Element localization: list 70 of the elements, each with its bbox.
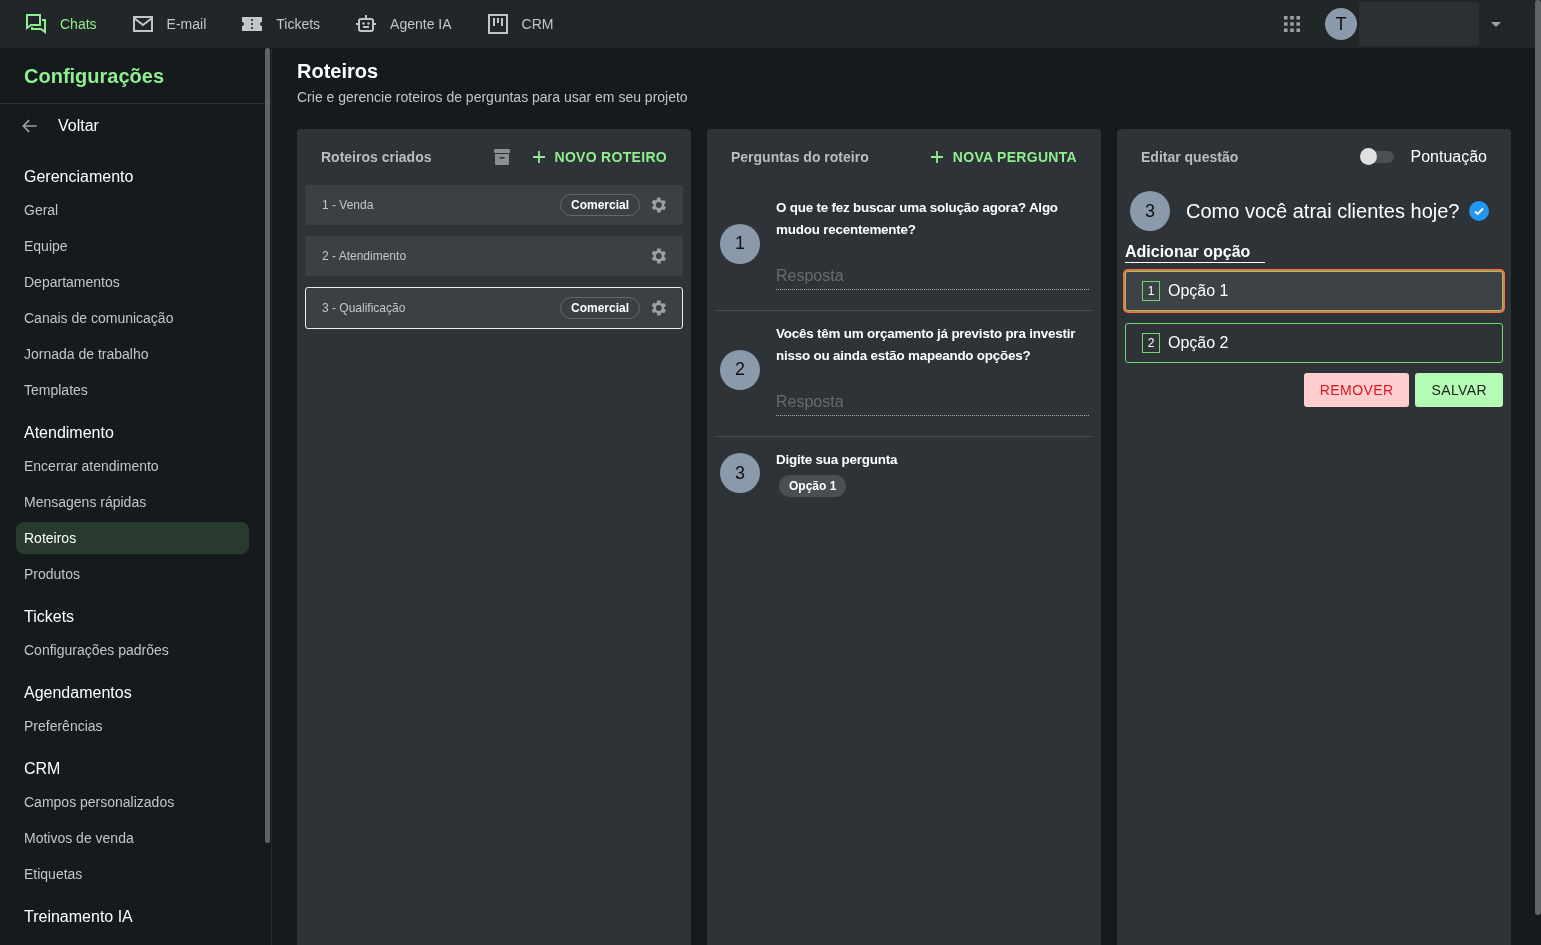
sidebar-item[interactable]: Etiquetas — [16, 856, 249, 892]
answer-field[interactable]: Resposta — [776, 263, 1089, 290]
section-heading: Treinamento IA — [23, 907, 134, 927]
archive-icon[interactable] — [492, 148, 511, 166]
section-heading: Agendamentos — [23, 683, 133, 703]
sidebar-item[interactable]: Motivos de venda — [16, 820, 249, 856]
script-name: 1 - Venda — [322, 198, 375, 212]
script-card[interactable]: 1 - Venda Comercial — [305, 185, 683, 225]
answer-field[interactable]: Resposta — [776, 389, 1089, 416]
section-heading: CRM — [23, 759, 62, 779]
nav-tab[interactable]: Tickets — [240, 12, 321, 36]
sidebar-item[interactable]: Mensagens rápidas — [16, 484, 249, 520]
plus-icon — [532, 151, 545, 163]
sidebar-item[interactable]: Campos personalizados — [16, 784, 249, 820]
back-link[interactable]: Voltar — [0, 104, 271, 152]
script-card[interactable]: 2 - Atendimento — [305, 236, 683, 276]
chat-icon — [24, 12, 48, 36]
sidebar-item[interactable]: Canais de comunicação — [16, 300, 249, 336]
remove-button[interactable]: REMOVER — [1303, 373, 1410, 407]
nav-tab[interactable]: CRM — [485, 12, 554, 36]
panel-title: Perguntas do roteiro — [731, 149, 870, 165]
scrollbar[interactable] — [265, 48, 270, 843]
nav-tab[interactable]: Agente IA — [354, 12, 452, 36]
panel-title: Editar questão — [1141, 149, 1240, 165]
sidebar-item[interactable]: Encerrar atendimento — [16, 448, 249, 484]
section-heading: Gerenciamento — [23, 167, 135, 187]
new-script-button[interactable]: NOVO ROTEIRO — [532, 149, 667, 165]
option-number: 1 — [1142, 281, 1160, 301]
apps-grid-icon[interactable] — [1284, 16, 1300, 32]
question-title: Como você atrai clientes hoje? — [1186, 199, 1460, 223]
sidebar-item[interactable]: Roteiros — [16, 522, 249, 554]
question-number: 3 — [720, 453, 760, 493]
page-subtitle: Crie e gerencie roteiros de perguntas para usar em seu projeto — [297, 89, 689, 105]
score-toggle[interactable] — [1362, 151, 1395, 163]
sidebar-item[interactable]: Geral — [16, 192, 249, 228]
user-avatar[interactable]: T — [1325, 8, 1357, 40]
plus-icon — [930, 151, 943, 163]
option-number: 2 — [1142, 333, 1160, 353]
sidebar-item[interactable]: Equipe — [16, 228, 249, 264]
script-name: 3 - Qualificação — [322, 301, 407, 315]
question-number: 3 — [1130, 191, 1170, 231]
panel-title: Roteiros criados — [321, 149, 433, 165]
sidebar-item[interactable]: Preferências — [16, 708, 249, 744]
script-name: 2 - Atendimento — [322, 249, 408, 263]
question-number: 2 — [720, 349, 760, 390]
sidebar-item[interactable]: Templates — [16, 372, 249, 408]
board-icon — [485, 12, 510, 36]
script-card[interactable]: 3 - Qualificação Comercial — [305, 287, 683, 329]
add-option-link[interactable]: Adicionar opção — [1125, 243, 1265, 263]
scrollbar[interactable] — [1535, 0, 1541, 915]
option-chip[interactable]: Opção 1 — [779, 475, 847, 497]
page-title: Roteiros — [297, 60, 380, 83]
save-button[interactable]: SALVAR — [1415, 373, 1503, 407]
question-text[interactable]: O que te fez buscar uma solução agora? Algo mudou recentemente? — [776, 197, 1089, 241]
sidebar-item[interactable]: Produtos — [16, 556, 249, 592]
section-heading: Atendimento — [23, 423, 115, 443]
question-text[interactable]: Digite sua pergunta — [776, 449, 1089, 471]
sidebar-item[interactable]: Jornada de trabalho — [16, 336, 249, 372]
section-heading: Tickets — [23, 607, 76, 627]
question-number: 1 — [720, 223, 760, 264]
question-text[interactable]: Vocês têm um orçamento já previsto pra investir nisso ou ainda estão mapeando opções? — [776, 323, 1089, 367]
sidebar-item[interactable]: Configurações padrões — [16, 632, 249, 668]
sidebar-item[interactable]: Departamentos — [16, 264, 249, 300]
toggle-label: Pontuação — [1410, 148, 1487, 166]
nav-tab[interactable]: Chats — [24, 12, 97, 36]
new-question-button[interactable]: NOVA PERGUNTA — [930, 149, 1077, 165]
option-field[interactable]: 2 Opção 2 — [1125, 323, 1503, 363]
nav-tab[interactable]: E-mail — [130, 12, 207, 36]
caret-icon[interactable] — [1491, 21, 1501, 27]
option-field[interactable]: 1 Opção 1 — [1125, 271, 1503, 311]
